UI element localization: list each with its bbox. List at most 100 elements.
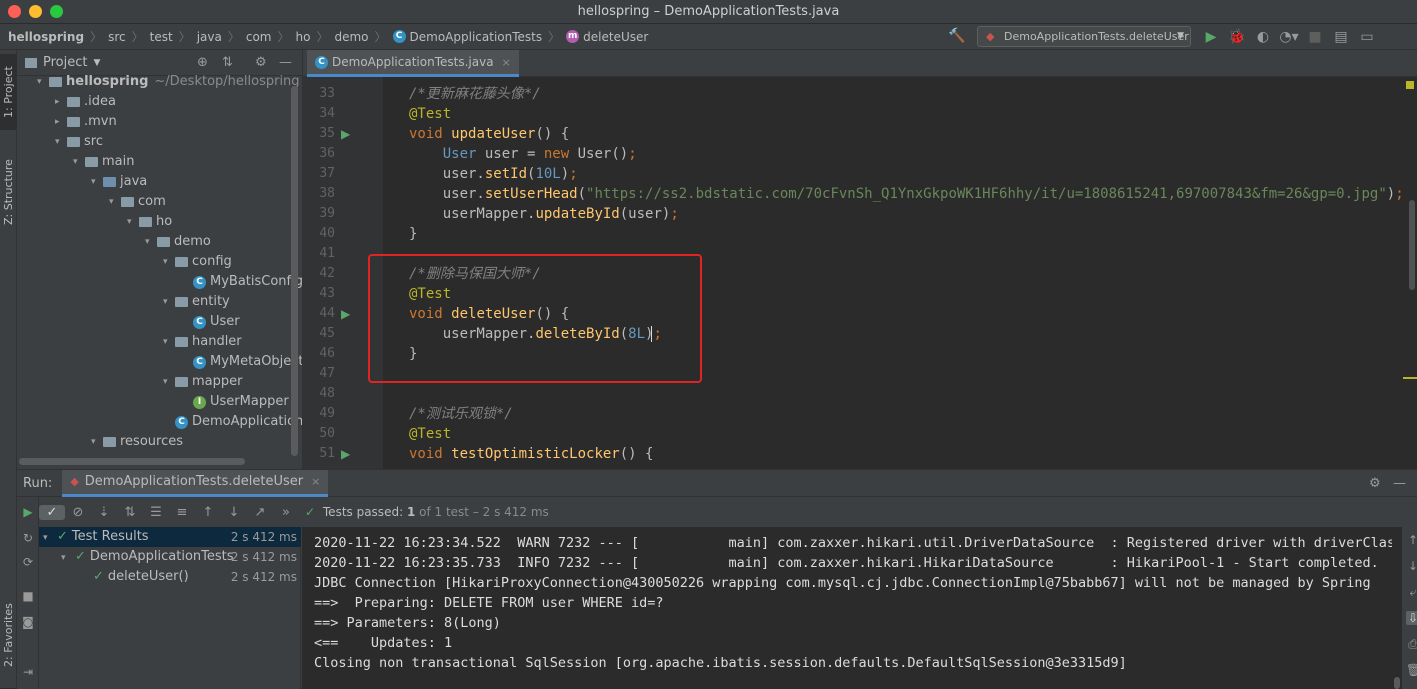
code-line[interactable]: /*删除马保国大师*/	[409, 264, 541, 284]
line-number[interactable]: 51	[303, 444, 335, 464]
trash-icon[interactable]: 🗑	[1406, 663, 1417, 677]
line-number[interactable]: 46	[303, 344, 335, 364]
line-number[interactable]: 44	[303, 304, 335, 324]
tree-item-entity[interactable]: ▾ entity	[163, 292, 230, 312]
warning-marker[interactable]	[1403, 377, 1417, 379]
tree-item-mapper[interactable]: ▾ mapper	[163, 372, 242, 392]
sort-duration-icon[interactable]: ⇅	[117, 505, 143, 520]
line-number[interactable]: 41	[303, 244, 335, 264]
gear-icon[interactable]: ⚙	[255, 55, 267, 70]
sort-alpha-icon[interactable]: ⇣	[91, 505, 117, 520]
tree-item-usermapper[interactable]: I UserMapper	[181, 392, 289, 412]
code-line[interactable]: /*测试乐观锁*/	[409, 404, 513, 424]
breadcrumb-project[interactable]: hellospring	[8, 30, 84, 44]
project-tool-tab[interactable]: 1: Project	[0, 54, 17, 130]
code-line[interactable]: user.setUserHead("https://ss2.bdstatic.c…	[409, 184, 1404, 204]
breadcrumb-demo[interactable]: demo	[334, 30, 368, 44]
code-line[interactable]: userMapper.updateById(user);	[409, 204, 679, 224]
tree-item-mvn[interactable]: ▸ .mvn	[55, 112, 117, 132]
tree-item-mymetaobjecti[interactable]: C MyMetaObjectI	[181, 352, 302, 372]
breadcrumb-src[interactable]: src	[108, 30, 126, 44]
code-line[interactable]: User user = new User();	[409, 144, 637, 164]
line-number[interactable]: 37	[303, 164, 335, 184]
show-ignored-icon[interactable]: ⊘	[65, 505, 91, 520]
print-icon[interactable]: ⎙	[1406, 637, 1417, 652]
code-line[interactable]: @Test	[409, 284, 451, 304]
minimize-window-button[interactable]	[29, 5, 42, 18]
show-passed-icon[interactable]: ✓	[39, 504, 65, 520]
profile-icon[interactable]: ◔▾	[1276, 29, 1302, 45]
code-line[interactable]: void testOptimisticLocker() {	[409, 444, 653, 464]
breadcrumb-java[interactable]: java	[197, 30, 222, 44]
tree-item-com[interactable]: ▾ com	[109, 192, 166, 212]
code-line[interactable]: user.setId(10L);	[409, 164, 578, 184]
chevron-down-icon[interactable]: ▾	[163, 252, 175, 272]
code-line[interactable]: @Test	[409, 424, 451, 444]
code-line[interactable]: }	[409, 344, 417, 364]
chevron-right-icon[interactable]: »	[273, 505, 299, 520]
code-line[interactable]: }	[409, 224, 417, 244]
line-number[interactable]: 50	[303, 424, 335, 444]
chevron-right-icon[interactable]: ▸	[55, 92, 67, 112]
chevron-down-icon[interactable]: ▾	[109, 192, 121, 212]
tree-item-handler[interactable]: ▾ handler	[163, 332, 242, 352]
stop-icon[interactable]: ■	[1302, 29, 1328, 45]
chevron-down-icon[interactable]: ▾	[163, 372, 175, 392]
hide-icon[interactable]: —	[279, 55, 292, 70]
chevron-down-icon[interactable]: ▾	[163, 332, 175, 352]
line-number[interactable]: 42	[303, 264, 335, 284]
tree-item-demoapplication[interactable]: C DemoApplication	[163, 412, 302, 432]
chevron-down-icon[interactable]: ▾	[73, 152, 85, 172]
breadcrumb-com[interactable]: com	[246, 30, 272, 44]
structure-tool-tab[interactable]: Z: Structure	[0, 142, 17, 242]
close-icon[interactable]: ×	[311, 475, 320, 488]
test-result-row[interactable]: ▾ ✓ DemoApplicationTests 2 s 412 ms	[39, 547, 301, 567]
expand-all-icon[interactable]: ☰	[143, 505, 169, 520]
run-icon[interactable]: ▶	[1198, 29, 1224, 45]
chevron-down-icon[interactable]: ▾	[145, 232, 157, 252]
breadcrumb-test[interactable]: test	[150, 30, 173, 44]
line-number[interactable]: 39	[303, 204, 335, 224]
next-test-icon[interactable]: ↓	[221, 505, 247, 520]
line-number[interactable]: 43	[303, 284, 335, 304]
rerun-failed-icon[interactable]: ↻	[21, 531, 35, 545]
collapse-all-icon[interactable]: ≡	[169, 505, 195, 520]
run-test-gutter-icon[interactable]: ▶	[341, 304, 350, 324]
run-test-gutter-icon[interactable]: ▶	[341, 444, 350, 464]
line-number[interactable]: 34	[303, 104, 335, 124]
collapse-all-icon[interactable]: ⇅	[222, 55, 233, 70]
chevron-down-icon[interactable]: ▾	[37, 72, 49, 92]
gear-icon[interactable]: ⚙	[1369, 476, 1381, 491]
chevron-down-icon[interactable]: ▾	[55, 132, 67, 152]
chevron-down-icon[interactable]: ▼	[93, 58, 100, 68]
tree-item-src[interactable]: ▾ src	[55, 132, 103, 152]
chevron-down-icon[interactable]: ▾	[91, 432, 103, 452]
breadcrumb-method[interactable]: m deleteUser	[566, 30, 648, 44]
code-line[interactable]: void updateUser() {	[409, 124, 569, 144]
tree-item-java[interactable]: ▾ java	[91, 172, 147, 192]
line-number[interactable]: 33	[303, 84, 335, 104]
chevron-down-icon[interactable]: ▾	[43, 528, 53, 548]
arrow-down-icon[interactable]: ↓	[1406, 559, 1417, 573]
line-number[interactable]: 38	[303, 184, 335, 204]
chevron-down-icon[interactable]: ▾	[127, 212, 139, 232]
breadcrumb-ho[interactable]: ho	[296, 30, 311, 44]
arrow-up-icon[interactable]: ↑	[1406, 533, 1417, 547]
hide-icon[interactable]: —	[1393, 476, 1406, 491]
run-tab-deleteuser[interactable]: ◆ DemoApplicationTests.deleteUser ×	[62, 469, 329, 497]
project-structure-icon[interactable]: ▤	[1328, 29, 1354, 45]
tree-item-config[interactable]: ▾ config	[163, 252, 232, 272]
stop-icon[interactable]: ■	[21, 589, 35, 603]
line-number[interactable]: 36	[303, 144, 335, 164]
coverage-icon[interactable]: ◐	[1250, 29, 1276, 45]
line-number[interactable]: 40	[303, 224, 335, 244]
run-configuration-dropdown[interactable]: ◆ DemoApplicationTests.deleteUser ▼	[977, 26, 1191, 47]
line-number[interactable]: 49	[303, 404, 335, 424]
console-scrollbar[interactable]	[1392, 527, 1402, 689]
toggle-auto-test-icon[interactable]: ⟳	[21, 555, 35, 569]
previous-test-icon[interactable]: ↑	[195, 505, 221, 520]
exit-icon[interactable]: ⇥	[21, 665, 35, 679]
tree-item-user[interactable]: C User	[181, 312, 240, 332]
export-icon[interactable]: ↗	[247, 505, 273, 520]
close-icon[interactable]: ×	[502, 56, 511, 69]
